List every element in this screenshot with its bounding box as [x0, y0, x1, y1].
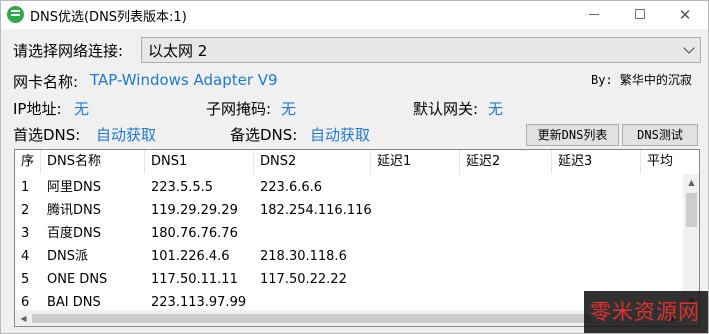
- watermark-text: 零米资源网: [590, 300, 700, 324]
- scroll-left-icon[interactable]: ◀: [15, 310, 32, 326]
- maximize-icon: [635, 8, 645, 19]
- primary-dns-label: 首选DNS:: [13, 126, 81, 144]
- gateway-label: 默认网关:: [413, 100, 479, 118]
- horizontal-scroll-thumb[interactable]: [32, 314, 592, 323]
- column-header-dns1[interactable]: DNS1: [145, 150, 254, 174]
- column-header-latency2[interactable]: 延迟2: [460, 150, 552, 174]
- row-dns2: [254, 222, 260, 245]
- network-select-value: 以太网 2: [148, 42, 208, 60]
- row-dns-name: 腾讯DNS: [47, 203, 101, 218]
- vertical-scroll-thumb[interactable]: [686, 193, 697, 227]
- window-title: DNS优选(DNS列表版本:1): [30, 10, 187, 25]
- row-dns-name: 百度DNS: [47, 226, 101, 241]
- table-row[interactable]: 5 ONE DNS 117.50.11.11 117.50.22.22: [15, 268, 683, 291]
- dns-test-button[interactable]: DNS测试: [622, 124, 698, 146]
- row-dns2: 218.30.118.6: [260, 249, 347, 264]
- row-dns-name: 阿里DNS: [47, 180, 101, 195]
- row-dns1: 119.29.29.29: [151, 203, 238, 218]
- row-index: 4: [21, 249, 30, 264]
- network-select[interactable]: 以太网 2: [141, 37, 701, 63]
- watermark: 零米资源网: [584, 291, 708, 333]
- column-header-index[interactable]: 序: [15, 150, 41, 174]
- column-header-average[interactable]: 平均: [641, 150, 699, 174]
- minimize-button[interactable]: [571, 1, 617, 29]
- table-row[interactable]: 4 DNS派 101.226.4.6 218.30.118.6: [15, 245, 683, 268]
- horizontal-scrollbar[interactable]: ◀ ▶: [15, 310, 683, 326]
- ip-value: 无: [74, 100, 90, 118]
- column-header-dns-name[interactable]: DNS名称: [41, 150, 145, 174]
- row-dns1: 117.50.11.11: [151, 272, 238, 287]
- row-index: 1: [21, 180, 30, 195]
- table-row[interactable]: 3 百度DNS 180.76.76.76: [15, 222, 683, 245]
- minimize-icon: [589, 14, 599, 15]
- row-dns-name: ONE DNS: [47, 272, 108, 287]
- table-row[interactable]: 1 阿里DNS 223.5.5.5 223.6.6.6: [15, 176, 683, 199]
- secondary-dns-label: 备选DNS:: [230, 126, 298, 144]
- scroll-up-icon[interactable]: ▲: [683, 174, 699, 191]
- row-index: 5: [21, 272, 30, 287]
- table-row[interactable]: 2 腾讯DNS 119.29.29.29 182.254.116.116: [15, 199, 683, 222]
- author-credit: By: 繁华中的沉寂: [591, 73, 692, 87]
- maximize-button[interactable]: [617, 1, 663, 29]
- dns-optimizer-window: DNS优选(DNS列表版本:1) ✕ 请选择网络连接: 以太网 2 网卡名称: …: [0, 0, 709, 334]
- column-header-latency1[interactable]: 延迟1: [371, 150, 460, 174]
- ip-label: IP地址:: [13, 100, 62, 118]
- subnet-mask-value: 无: [281, 100, 297, 118]
- gateway-value: 无: [488, 100, 504, 118]
- subnet-mask-label: 子网掩码:: [206, 100, 272, 118]
- row-dns1: 223.5.5.5: [151, 180, 214, 195]
- secondary-dns-value[interactable]: 自动获取: [310, 124, 370, 145]
- network-select-label: 请选择网络连接:: [13, 42, 124, 60]
- adapter-label: 网卡名称:: [13, 73, 79, 91]
- column-header-dns2[interactable]: DNS2: [254, 150, 371, 174]
- table-header: 序 DNS名称 DNS1 DNS2 延迟1 延迟2 延迟3 平均: [15, 150, 699, 174]
- row-dns2: 223.6.6.6: [260, 180, 323, 195]
- title-bar: DNS优选(DNS列表版本:1) ✕: [1, 1, 708, 29]
- row-dns2: 117.50.22.22: [260, 272, 347, 287]
- primary-dns-value[interactable]: 自动获取: [96, 124, 156, 145]
- row-index: 3: [21, 226, 30, 241]
- column-header-latency3[interactable]: 延迟3: [552, 150, 641, 174]
- row-dns1: 180.76.76.76: [151, 226, 238, 241]
- update-dns-list-button[interactable]: 更新DNS列表: [526, 124, 619, 146]
- chevron-down-icon: [683, 42, 695, 54]
- vertical-scrollbar[interactable]: ▲ ▼: [683, 174, 699, 310]
- app-icon: [7, 6, 24, 23]
- adapter-name: TAP-Windows Adapter V9: [90, 71, 278, 89]
- row-dns-name: DNS派: [47, 249, 88, 264]
- row-dns1: 101.226.4.6: [151, 249, 230, 264]
- row-index: 2: [21, 203, 30, 218]
- row-dns2: 182.254.116.116: [260, 203, 372, 218]
- close-button[interactable]: ✕: [662, 1, 708, 29]
